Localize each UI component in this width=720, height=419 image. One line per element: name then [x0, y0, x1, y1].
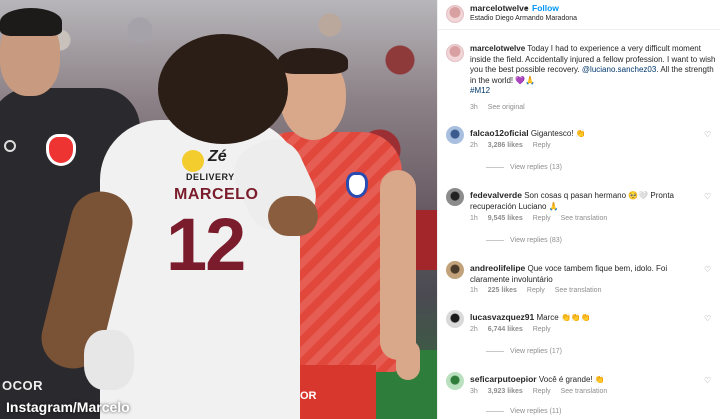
view-replies-link[interactable]: View replies (17) [486, 348, 562, 355]
caption-meta: 3h See original [470, 104, 533, 111]
comment-likes[interactable]: 3,923 likes [488, 388, 523, 395]
see-translation-link[interactable]: See translation [561, 388, 608, 395]
shirt-name: MARCELO [174, 186, 259, 203]
view-replies-label: View replies (83) [510, 237, 563, 244]
comment-likes[interactable]: 9,545 likes [488, 215, 523, 222]
caption-username[interactable]: marcelotwelve [470, 44, 525, 53]
comment-time: 2h [470, 142, 478, 149]
sponsor-logo-text: Zé [208, 148, 227, 165]
avatar[interactable] [446, 261, 464, 279]
red-player-hair [278, 48, 348, 74]
club-badge [46, 134, 76, 166]
handshake [268, 196, 318, 236]
goalkeeper-hair [0, 8, 62, 36]
post-photo[interactable]: OCOR ANGIOCOR Zé DELIVERY MARCELO 12 Ins… [0, 0, 437, 419]
post-caption: marcelotwelve Today I had to experience … [470, 44, 718, 97]
red-player-arm [380, 170, 416, 360]
caption-mention[interactable]: @luciano.sanchez03 [582, 65, 656, 74]
replies-divider [486, 239, 504, 241]
post-location[interactable]: Estadio Diego Armando Maradona [470, 15, 577, 22]
see-original-link[interactable]: See original [488, 104, 525, 111]
comment-meta: 2h 3,286 likes Reply [470, 142, 559, 149]
like-heart-icon[interactable]: ♡ [704, 265, 711, 274]
caption-time: 3h [470, 104, 478, 111]
avatar[interactable] [446, 126, 464, 144]
avatar[interactable] [446, 188, 464, 206]
caption-hashtag[interactable]: #M12 [470, 86, 490, 95]
post-panel: marcelotwelve • Follow Estadio Diego Arm… [437, 0, 720, 419]
see-translation-link[interactable]: See translation [555, 287, 602, 294]
comment-likes[interactable]: 3,286 likes [488, 142, 523, 149]
replies-divider [486, 350, 504, 352]
comment-username[interactable]: fedevalverde [470, 190, 522, 200]
view-replies-label: View replies (13) [510, 164, 563, 171]
comment-body: andreolifelipe Que voce tambem fique bem… [470, 263, 700, 285]
red-player-badge [346, 172, 368, 198]
reply-button[interactable]: Reply [533, 388, 551, 395]
comment-likes[interactable]: 225 likes [488, 287, 517, 294]
comment-text: Você é grande! 👏 [538, 375, 605, 384]
replies-divider [486, 410, 504, 412]
reply-button[interactable]: Reply [533, 326, 551, 333]
umbro-logo [4, 140, 16, 152]
view-replies-link[interactable]: View replies (83) [486, 237, 562, 244]
sponsor-text: DELIVERY [186, 172, 235, 182]
comment-body: falcao12oficial Gigantesco! 👏 [470, 128, 700, 140]
sponsor-logo-icon [182, 150, 204, 172]
comment-text: Gigantesco! 👏 [530, 129, 586, 138]
reply-button[interactable]: Reply [527, 287, 545, 294]
reply-button[interactable]: Reply [533, 142, 551, 149]
comment-meta: 3h 3,923 likes Reply See translation [470, 388, 615, 395]
like-heart-icon[interactable]: ♡ [704, 376, 711, 385]
see-translation-link[interactable]: See translation [561, 215, 608, 222]
comment-username[interactable]: falcao12oficial [470, 128, 529, 138]
post-header: marcelotwelve • Follow Estadio Diego Arm… [438, 0, 720, 30]
comment-body: lucasvazquez91 Marce 👏👏👏 [470, 312, 700, 324]
image-watermark: Instagram/Marcelo [6, 399, 130, 415]
reply-button[interactable]: Reply [533, 215, 551, 222]
red-player-hand [396, 340, 420, 380]
view-replies-label: View replies (11) [510, 408, 562, 415]
comment-time: 1h [470, 287, 478, 294]
shirt-number: 12 [166, 203, 246, 286]
view-replies-link[interactable]: View replies (13) [486, 164, 562, 171]
comment-body: seficarputoepior Você é grande! 👏 [470, 374, 700, 386]
separator-dot: • [525, 3, 528, 13]
marcelo-hair [158, 34, 288, 144]
like-heart-icon[interactable]: ♡ [704, 130, 711, 139]
goalkeeper-sponsor: OCOR [2, 378, 43, 393]
avatar[interactable] [446, 310, 464, 328]
comment-time: 1h [470, 215, 478, 222]
comment-time: 2h [470, 326, 478, 333]
follow-button[interactable]: Follow [532, 3, 559, 13]
comment-meta: 1h 9,545 likes Reply See translation [470, 215, 615, 222]
like-heart-icon[interactable]: ♡ [704, 192, 711, 201]
comment-likes[interactable]: 6,744 likes [488, 326, 523, 333]
comment-username[interactable]: lucasvazquez91 [470, 312, 534, 322]
post-username[interactable]: marcelotwelve [470, 3, 529, 13]
view-replies-label: View replies (17) [510, 348, 563, 355]
comment-username[interactable]: andreolifelipe [470, 263, 525, 273]
view-replies-link[interactable]: View replies (11) [486, 408, 562, 415]
avatar[interactable] [446, 372, 464, 390]
like-heart-icon[interactable]: ♡ [704, 314, 711, 323]
comment-username[interactable]: seficarputoepior [470, 374, 537, 384]
comment-meta: 2h 6,744 likes Reply [470, 326, 559, 333]
comment-meta: 1h 225 likes Reply See translation [470, 287, 609, 294]
comment-text: Marce 👏👏👏 [536, 313, 591, 322]
replies-divider [486, 166, 504, 168]
avatar[interactable] [446, 44, 464, 62]
avatar[interactable] [446, 5, 464, 23]
glove [84, 330, 134, 390]
comment-time: 3h [470, 388, 478, 395]
comment-body: fedevalverde Son cosas q pasan hermano 🥺… [470, 190, 700, 212]
